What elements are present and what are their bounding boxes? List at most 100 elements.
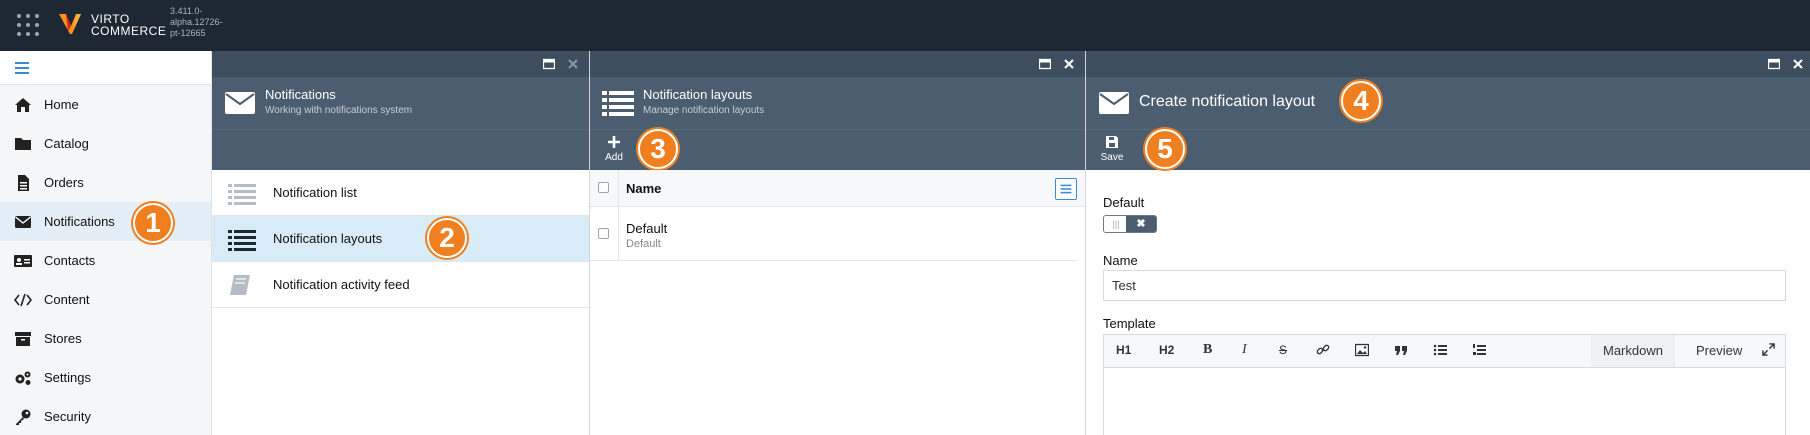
envelope-icon xyxy=(14,214,32,230)
create-notification-layout-blade: Create notification layout 4 Save 5 Defa… xyxy=(1086,51,1810,435)
row-checkbox[interactable] xyxy=(598,228,609,239)
nav-item-label: Settings xyxy=(44,370,91,385)
image-icon[interactable] xyxy=(1355,343,1369,357)
list-item-label: Notification layouts xyxy=(273,231,383,246)
list-icon xyxy=(228,183,256,205)
list-item-notification-list[interactable]: Notification list xyxy=(212,170,589,216)
blade-titlebar xyxy=(212,51,589,77)
save-button[interactable]: Save xyxy=(1095,134,1129,163)
close-icon[interactable] xyxy=(1792,58,1804,70)
fullscreen-icon[interactable] xyxy=(1762,343,1775,356)
menu-toggle-icon[interactable] xyxy=(0,51,211,85)
home-icon xyxy=(14,97,32,113)
blade-header: Notifications Working with notifications… xyxy=(212,77,589,129)
nav-item-label: Notifications xyxy=(44,214,115,229)
list-item-notification-activity-feed[interactable]: Notification activity feed xyxy=(212,262,589,308)
gears-icon xyxy=(14,370,32,386)
step-badge-2: 2 xyxy=(427,218,467,258)
envelope-icon xyxy=(225,92,255,114)
code-icon xyxy=(14,292,32,308)
file-icon xyxy=(14,174,32,191)
nav-item-label: Orders xyxy=(44,175,84,190)
blade-subtitle: Working with notifications system xyxy=(265,105,413,116)
blade-titlebar xyxy=(590,51,1085,77)
nav-item-label: Contacts xyxy=(44,253,96,268)
quote-icon[interactable] xyxy=(1394,343,1408,357)
strikethrough-button[interactable]: S xyxy=(1279,343,1287,357)
nav-item-home[interactable]: Home xyxy=(0,85,211,124)
version-label: 3.411.0-alpha.12726-pt-12665 xyxy=(170,6,223,38)
nav-item-notifications[interactable]: Notifications xyxy=(0,202,211,241)
plus-icon xyxy=(608,136,620,148)
floppy-icon xyxy=(1106,136,1118,148)
nav-item-label: Content xyxy=(44,292,90,307)
nav-item-contacts[interactable]: Contacts xyxy=(0,241,211,280)
notification-layouts-blade: Notification layouts Manage notification… xyxy=(590,51,1086,435)
nav-item-label: Catalog xyxy=(44,136,89,151)
step-badge-5: 5 xyxy=(1145,129,1185,169)
column-settings-icon[interactable] xyxy=(1055,178,1077,200)
blade-toolbar xyxy=(212,129,589,170)
editor-toolbar: H1 H2 B I S Markdown Preview xyxy=(1103,334,1786,368)
table-row[interactable]: Default Default xyxy=(590,207,1076,261)
list-icon xyxy=(602,91,634,116)
close-icon[interactable] xyxy=(567,58,579,70)
nav-item-settings[interactable]: Settings xyxy=(0,358,211,397)
list-icon xyxy=(228,229,256,251)
blade-toolbar: Add 3 xyxy=(590,129,1085,170)
book-icon xyxy=(230,274,250,295)
blade-header: Create notification layout 4 xyxy=(1086,77,1810,129)
default-toggle[interactable]: ||| ✖ xyxy=(1103,215,1157,233)
folder-icon xyxy=(14,136,32,152)
column-name[interactable]: Name xyxy=(626,181,661,196)
h2-button[interactable]: H2 xyxy=(1159,343,1174,357)
top-bar: VIRTO COMMERCE 3.411.0-alpha.12726-pt-12… xyxy=(0,0,1810,51)
blade-header: Notification layouts Manage notification… xyxy=(590,77,1085,129)
nav-item-security[interactable]: Security xyxy=(0,397,211,435)
maximize-icon[interactable] xyxy=(1039,58,1051,70)
nav-item-catalog[interactable]: Catalog xyxy=(0,124,211,163)
link-icon[interactable] xyxy=(1316,343,1330,357)
notifications-blade: Notifications Working with notifications… xyxy=(212,51,590,435)
main-nav: Home Catalog Orders Notifications Contac… xyxy=(0,51,212,435)
maximize-icon[interactable] xyxy=(1768,58,1780,70)
step-badge-3: 3 xyxy=(638,129,678,169)
virto-logo-icon xyxy=(59,14,81,34)
row-name: Default xyxy=(626,221,668,236)
h1-button[interactable]: H1 xyxy=(1116,343,1131,357)
select-all-checkbox[interactable] xyxy=(598,182,609,193)
grid-header: Name xyxy=(590,170,1085,207)
template-label: Template xyxy=(1103,316,1156,331)
blade-titlebar xyxy=(1086,51,1810,77)
archive-icon xyxy=(14,331,32,347)
italic-button[interactable]: I xyxy=(1242,342,1247,358)
envelope-icon xyxy=(1099,92,1129,114)
apps-grid-icon[interactable] xyxy=(17,14,39,36)
numbered-list-icon[interactable] xyxy=(1472,343,1486,357)
list-item-label: Notification activity feed xyxy=(273,277,410,292)
nav-item-orders[interactable]: Orders xyxy=(0,163,211,202)
maximize-icon[interactable] xyxy=(543,58,555,70)
row-subname: Default xyxy=(626,238,661,250)
default-label: Default xyxy=(1103,195,1145,210)
blade-title: Notifications xyxy=(265,87,336,102)
close-icon[interactable] xyxy=(1063,58,1075,70)
preview-tab[interactable]: Preview xyxy=(1684,335,1754,367)
add-button[interactable]: Add xyxy=(597,134,631,163)
markdown-tab[interactable]: Markdown xyxy=(1591,335,1675,367)
nav-item-label: Home xyxy=(44,97,79,112)
bulleted-list-icon[interactable] xyxy=(1433,343,1447,357)
nav-item-stores[interactable]: Stores xyxy=(0,319,211,358)
bold-button[interactable]: B xyxy=(1203,342,1212,358)
id-card-icon xyxy=(14,253,32,269)
step-badge-1: 1 xyxy=(133,203,173,243)
nav-item-content[interactable]: Content xyxy=(0,280,211,319)
name-label: Name xyxy=(1103,253,1138,268)
blade-subtitle: Manage notification layouts xyxy=(643,105,765,116)
logo-text: VIRTO COMMERCE xyxy=(91,12,167,38)
list-item-notification-layouts[interactable]: Notification layouts 2 xyxy=(212,216,589,262)
template-editor[interactable] xyxy=(1103,368,1786,435)
toggle-grip-icon: ||| xyxy=(1104,216,1128,232)
name-input[interactable]: Test xyxy=(1103,270,1786,301)
nav-item-label: Stores xyxy=(44,331,82,346)
